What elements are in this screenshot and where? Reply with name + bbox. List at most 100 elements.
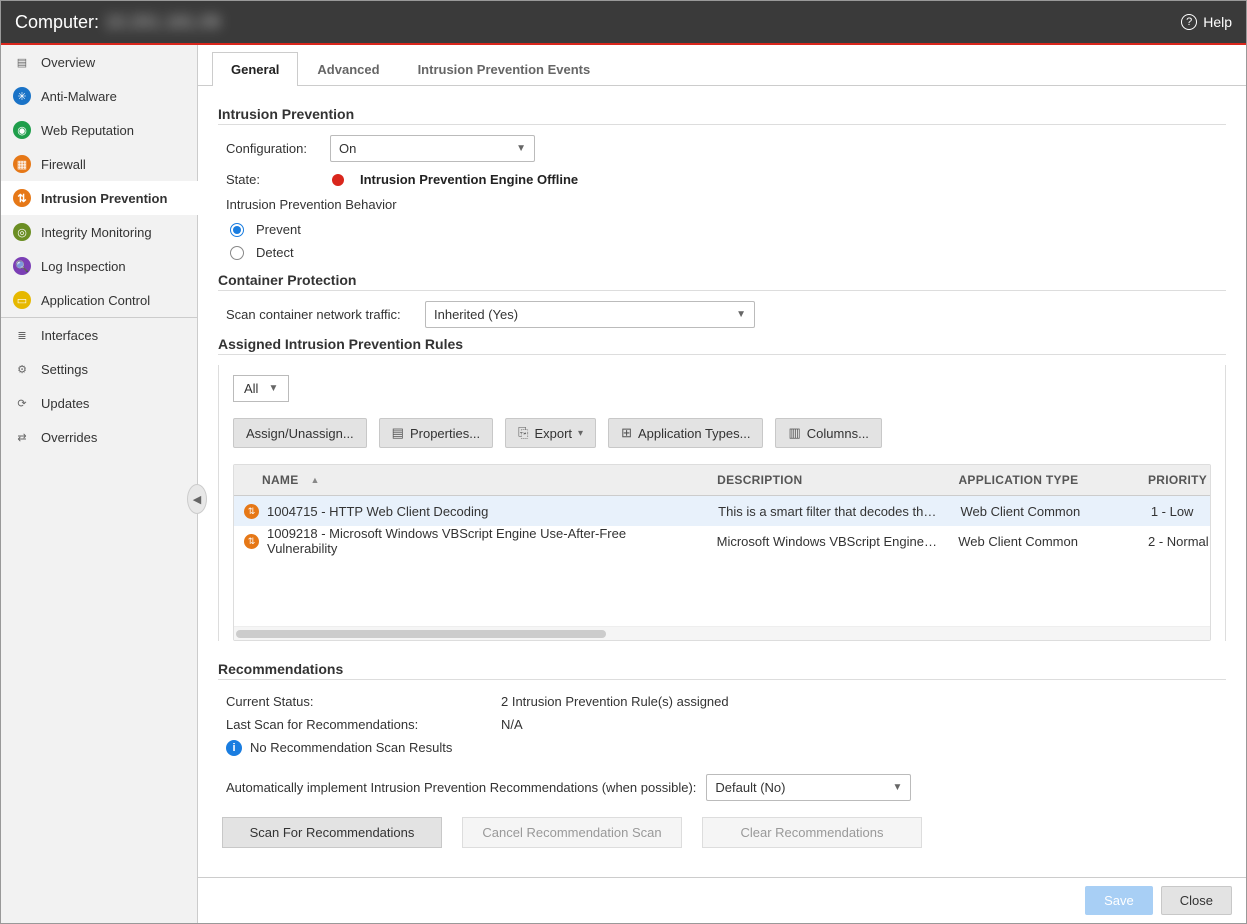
state-text: Intrusion Prevention Engine Offline [360, 172, 578, 187]
col-description[interactable]: DESCRIPTION [707, 465, 948, 495]
help-link[interactable]: ? Help [1181, 14, 1232, 30]
tab-ip-events[interactable]: Intrusion Prevention Events [399, 52, 610, 86]
web-reputation-icon: ◉ [13, 121, 31, 139]
radio-detect[interactable]: Detect [218, 241, 1226, 264]
window-title: Computer: 10.201.181.09 [15, 12, 220, 33]
sidebar-item-anti-malware[interactable]: ✳ Anti-Malware [1, 79, 197, 113]
sidebar-item-label: Firewall [41, 157, 86, 172]
overrides-icon: ⇄ [13, 428, 31, 446]
sidebar-item-interfaces[interactable]: ≣Interfaces [1, 318, 197, 352]
sidebar-item-label: Updates [41, 396, 89, 411]
chevron-down-icon: ▼ [268, 383, 278, 394]
lastscan-label: Last Scan for Recommendations: [226, 717, 501, 732]
sidebar-item-label: Web Reputation [41, 123, 134, 138]
sidebar-item-updates[interactable]: ⟳Updates [1, 386, 197, 420]
title-prefix: Computer: [15, 12, 99, 33]
sidebar-item-intrusion-prevention[interactable]: ⇅Intrusion Prevention [1, 181, 197, 215]
rule-apptype: Web Client Common [948, 526, 1138, 557]
log-inspection-icon: 🔍 [13, 257, 31, 275]
rule-priority: 2 - Normal [1138, 526, 1210, 557]
lastscan-value: N/A [501, 717, 523, 732]
config-value: On [339, 141, 356, 156]
rule-priority: 1 - Low [1141, 496, 1210, 527]
col-priority[interactable]: PRIORITY [1138, 465, 1210, 495]
scan-value: Inherited (Yes) [434, 307, 518, 322]
chevron-down-icon: ▼ [736, 309, 746, 320]
interfaces-icon: ≣ [13, 326, 31, 344]
list-icon: ▤ [392, 425, 404, 441]
rule-icon: ⇅ [244, 534, 259, 549]
tab-advanced[interactable]: Advanced [298, 52, 398, 86]
sidebar-item-settings[interactable]: ⚙Settings [1, 352, 197, 386]
tab-general[interactable]: General [212, 52, 298, 86]
section-title-recommendations: Recommendations [218, 661, 1226, 680]
rule-icon: ⇅ [244, 504, 259, 519]
auto-select[interactable]: Default (No) ▼ [706, 774, 911, 801]
computer-name: 10.201.181.09 [105, 12, 220, 33]
table-row[interactable]: ⇅ 1009218 - Microsoft Windows VBScript En… [234, 526, 1210, 556]
sidebar-item-firewall[interactable]: ▦ Firewall [1, 147, 197, 181]
col-apptype[interactable]: APPLICATION TYPE [948, 465, 1138, 495]
sidebar-item-web-reputation[interactable]: ◉ Web Reputation [1, 113, 197, 147]
config-select[interactable]: On ▼ [330, 135, 535, 162]
sidebar-item-label: Overrides [41, 430, 97, 445]
columns-button[interactable]: ▥Columns... [775, 418, 881, 448]
no-results-text: No Recommendation Scan Results [250, 740, 452, 756]
sidebar-item-overrides[interactable]: ⇄ Overrides [1, 420, 197, 454]
auto-value: Default (No) [715, 780, 785, 795]
state-label: State: [226, 172, 316, 187]
table-header: NAME▲ DESCRIPTION APPLICATION TYPE PRIOR… [234, 465, 1210, 496]
anti-malware-icon: ✳ [13, 87, 31, 105]
rule-name: 1009218 - Microsoft Windows VBScript Eng… [267, 526, 697, 556]
application-control-icon: ▭ [13, 291, 31, 309]
tab-bar: General Advanced Intrusion Prevention Ev… [198, 45, 1246, 86]
col-name[interactable]: NAME▲ [234, 465, 707, 495]
close-button[interactable]: Close [1161, 886, 1232, 915]
behavior-label: Intrusion Prevention Behavior [226, 197, 1226, 212]
scrollbar-thumb[interactable] [236, 630, 606, 638]
sidebar-item-label: Log Inspection [41, 259, 126, 274]
sidebar-item-application-control[interactable]: ▭ Application Control [1, 283, 197, 317]
chevron-down-icon: ▼ [892, 782, 902, 793]
sort-asc-icon: ▲ [311, 475, 320, 485]
scan-select[interactable]: Inherited (Yes) ▼ [425, 301, 755, 328]
rule-apptype: Web Client Common [951, 496, 1141, 527]
state-status-dot [332, 174, 344, 186]
table-h-scrollbar[interactable] [234, 626, 1210, 640]
rule-description: Microsoft Windows VBScript Engine is pr… [707, 526, 949, 557]
rules-toolbar: Assign/Unassign... ▤Properties... ⎘Expor… [233, 418, 1211, 448]
rules-filter-select[interactable]: All ▼ [233, 375, 289, 402]
integrity-monitoring-icon: ◎ [13, 223, 31, 241]
sidebar-item-overview[interactable]: ▤Overview [1, 45, 197, 79]
assign-button[interactable]: Assign/Unassign... [233, 418, 367, 448]
save-button[interactable]: Save [1085, 886, 1153, 915]
export-button[interactable]: ⎘Export▾ [505, 418, 596, 448]
section-title-ip: Intrusion Prevention [218, 106, 1226, 125]
sidebar-collapse-handle[interactable]: ◀ [187, 484, 207, 514]
intrusion-prevention-icon: ⇅ [13, 189, 31, 207]
sidebar-item-label: Application Control [41, 293, 150, 308]
firewall-icon: ▦ [13, 155, 31, 173]
window-header: Computer: 10.201.181.09 ? Help [1, 1, 1246, 45]
radio-prevent[interactable]: Prevent [218, 218, 1226, 241]
scan-label: Scan container network traffic: [226, 307, 411, 322]
settings-icon: ⚙ [13, 360, 31, 378]
apptypes-button[interactable]: ⊞Application Types... [608, 418, 763, 448]
rules-panel: All ▼ Assign/Unassign... ▤Properties... … [218, 365, 1226, 641]
section-title-rules: Assigned Intrusion Prevention Rules [218, 336, 1226, 355]
rule-description: This is a smart filter that decodes the … [708, 496, 950, 527]
sidebar-item-integrity-monitoring[interactable]: ◎Integrity Monitoring [1, 215, 197, 249]
rules-table: NAME▲ DESCRIPTION APPLICATION TYPE PRIOR… [233, 464, 1211, 641]
no-results-row: i No Recommendation Scan Results [218, 736, 1226, 760]
help-label: Help [1203, 14, 1232, 30]
properties-button[interactable]: ▤Properties... [379, 418, 493, 448]
main-panel: General Advanced Intrusion Prevention Ev… [198, 45, 1246, 923]
columns-icon: ▥ [788, 425, 800, 441]
grid-icon: ⊞ [621, 425, 632, 441]
chevron-down-icon: ▾ [578, 428, 583, 439]
footer: Save Close [198, 877, 1246, 923]
scan-recommendations-button[interactable]: Scan For Recommendations [222, 817, 442, 848]
sidebar-item-label: Anti-Malware [41, 89, 117, 104]
chevron-down-icon: ▼ [516, 143, 526, 154]
sidebar-item-log-inspection[interactable]: 🔍 Log Inspection [1, 249, 197, 283]
